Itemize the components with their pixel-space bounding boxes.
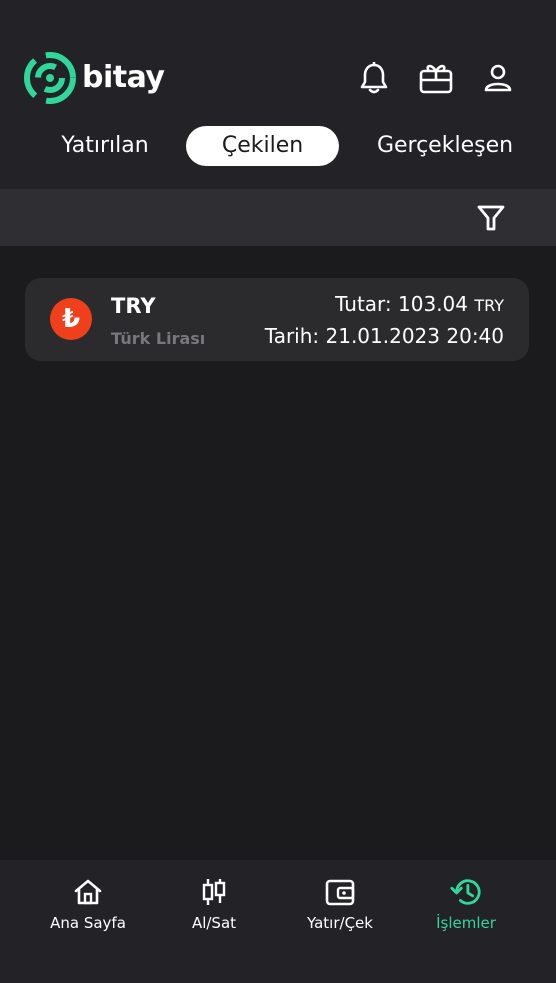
- nav-label-al-sat: Al/Sat: [191, 914, 237, 932]
- header-icons: [356, 60, 516, 96]
- tab-yatirilan[interactable]: Yatırılan: [40, 126, 170, 166]
- tab-bar: Yatırılan Çekilen Gerçekleşen: [0, 126, 556, 168]
- bitay-logo[interactable]: bitay: [24, 52, 165, 104]
- gift-icon[interactable]: [418, 60, 454, 96]
- nav-label-ana-sayfa: Ana Sayfa: [50, 914, 126, 932]
- amount-line: Tutar: 103.04 TRY: [335, 292, 504, 316]
- wallet-icon: [324, 876, 356, 908]
- bitay-logo-icon: [24, 52, 76, 104]
- history-icon: [450, 876, 482, 908]
- nav-yatir-cek[interactable]: Yatır/Çek: [280, 876, 400, 932]
- brand-name: bitay: [82, 60, 165, 95]
- nav-ana-sayfa[interactable]: Ana Sayfa: [28, 876, 148, 932]
- filter-icon[interactable]: [476, 203, 506, 233]
- candlestick-icon: [198, 876, 230, 908]
- lira-icon: ₺: [50, 298, 92, 340]
- currency-code: TRY: [111, 294, 156, 318]
- nav-label-islemler: İşlemler: [436, 914, 496, 932]
- user-icon[interactable]: [480, 60, 516, 96]
- amount-unit: TRY: [474, 296, 504, 315]
- nav-al-sat[interactable]: Al/Sat: [154, 876, 274, 932]
- bell-icon[interactable]: [356, 60, 392, 96]
- transaction-card[interactable]: ₺ TRY Türk Lirası Tutar: 103.04 TRY Tari…: [25, 278, 529, 361]
- bottom-nav: Ana Sayfa Al/Sat Yatır/Çek İşlemler: [0, 860, 556, 983]
- tab-gerceklesen[interactable]: Gerçekleşen: [362, 126, 528, 166]
- nav-islemler[interactable]: İşlemler: [406, 876, 526, 932]
- tab-cekilen[interactable]: Çekilen: [186, 126, 339, 166]
- amount-value: Tutar: 103.04: [335, 292, 468, 316]
- filter-bar: [0, 189, 556, 246]
- nav-label-yatir-cek: Yatır/Çek: [307, 914, 373, 932]
- transaction-date: Tarih: 21.01.2023 20:40: [264, 324, 504, 348]
- currency-name: Türk Lirası: [111, 329, 206, 348]
- home-icon: [72, 876, 104, 908]
- top-bar: bitay Yatırılan Çekilen Gerçekleşen: [0, 0, 556, 189]
